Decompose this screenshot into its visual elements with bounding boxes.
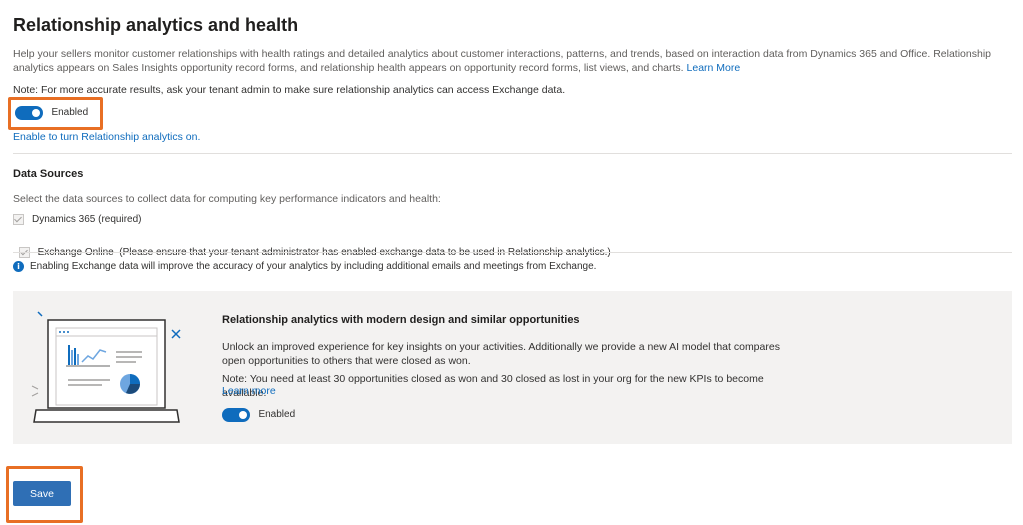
checkbox-exchange[interactable]: Exchange Online (Please ensure that your… xyxy=(13,236,611,258)
promo-learn-more-link[interactable]: Learn more xyxy=(222,385,276,397)
toggle-label: Enabled xyxy=(51,107,89,119)
exchange-note: Note: For more accurate results, ask you… xyxy=(13,84,566,96)
checkbox-dynamics[interactable]: Dynamics 365 (required) xyxy=(13,214,142,225)
description-text: Help your sellers monitor customer relat… xyxy=(13,48,991,74)
info-icon: i xyxy=(13,261,24,272)
info-text: Enabling Exchange data will improve the … xyxy=(30,261,597,272)
promo-title: Relationship analytics with modern desig… xyxy=(222,314,580,326)
section-divider xyxy=(13,153,1012,154)
learn-more-link[interactable]: Learn More xyxy=(687,62,741,74)
toggle-label: Enabled xyxy=(258,409,296,421)
section-divider xyxy=(13,252,1012,253)
checkbox-icon[interactable] xyxy=(13,214,24,225)
main-toggle[interactable]: Enabled xyxy=(15,104,89,120)
page-description: Help your sellers monitor customer relat… xyxy=(13,47,1008,75)
promo-toggle[interactable]: Enabled xyxy=(222,406,296,422)
exchange-info: i Enabling Exchange data will improve the… xyxy=(13,261,596,272)
toggle-switch[interactable] xyxy=(15,105,43,120)
toggle-switch[interactable] xyxy=(222,407,250,422)
laptop-analytics-illustration xyxy=(31,311,181,423)
data-sources-heading: Data Sources xyxy=(13,168,84,180)
page-title: Relationship analytics and health xyxy=(13,15,299,35)
data-sources-instruction: Select the data sources to collect data … xyxy=(13,193,441,205)
save-button[interactable]: Save xyxy=(13,481,71,506)
promo-body: Unlock an improved experience for key in… xyxy=(222,341,780,367)
promo-note: Note: You need at least 30 opportunities… xyxy=(222,373,764,399)
enable-analytics-link[interactable]: Enable to turn Relationship analytics on… xyxy=(13,131,200,143)
checkbox-label: Dynamics 365 (required) xyxy=(32,214,142,225)
